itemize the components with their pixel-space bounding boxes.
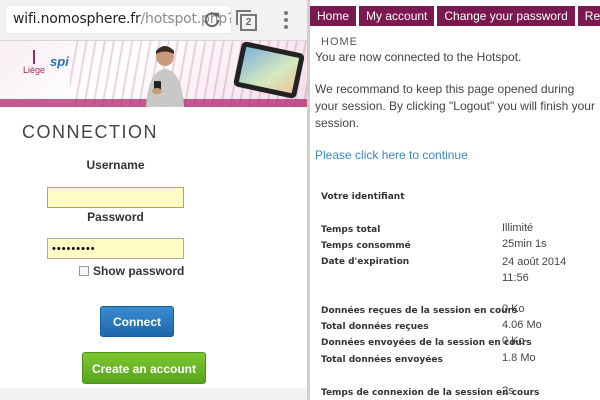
connected-message: You are now connected to the Hotspot.: [315, 50, 522, 64]
password-input[interactable]: [47, 238, 184, 259]
session-sent-value: 0 Ko: [502, 335, 525, 347]
url-host: wifi.nomosphere.fr: [13, 11, 141, 27]
used-time-value: 25min 1s: [502, 238, 547, 250]
total-time-label: Temps total: [321, 225, 381, 235]
total-sent-value: 1.8 Mo: [502, 352, 536, 364]
liege-logo-text: Liège: [22, 65, 46, 75]
browser-toolbar: wifi.nomosphere.fr/hotspot.php? 2: [0, 0, 307, 41]
spi-logo: spi: [50, 54, 69, 69]
used-time-label: Temps consommé: [321, 241, 411, 251]
login-pane: wifi.nomosphere.fr/hotspot.php? 2 Liège …: [0, 0, 307, 400]
session-time-value: 2s: [502, 385, 514, 397]
portal-nav: Home My account Change your password Re: [310, 6, 600, 26]
total-time-value: Illimité: [502, 222, 534, 234]
overflow-menu-icon[interactable]: [284, 11, 288, 32]
liege-logo: Liège: [22, 50, 46, 82]
username-label: Username: [86, 158, 145, 172]
nav-change-password[interactable]: Change your password: [437, 6, 575, 26]
nav-my-account[interactable]: My account: [359, 6, 435, 26]
footer-strip: [0, 388, 307, 400]
account-pane: Home My account Change your password Re HOM…: [310, 0, 600, 400]
expiry-value: 24 août 2014 11:56: [502, 256, 567, 284]
show-password-row[interactable]: Show password: [79, 264, 184, 278]
total-received-value: 4.06 Mo: [502, 319, 542, 331]
nav-home[interactable]: Home: [310, 6, 357, 26]
create-account-button[interactable]: Create an account: [82, 352, 206, 384]
person-with-phone-image: [146, 46, 184, 107]
total-received-label: Total données reçues: [321, 322, 429, 332]
show-password-checkbox[interactable]: [79, 265, 89, 276]
tabs-icon[interactable]: 2: [236, 10, 257, 31]
session-received-label: Données reçues de la session en cours: [321, 306, 518, 316]
show-password-label: Show password: [93, 264, 185, 278]
page-heading: HOME: [321, 36, 358, 48]
tab-count: 2: [240, 14, 257, 31]
password-label: Password: [87, 210, 144, 224]
tablet-map-screen: [238, 46, 300, 94]
expiry-label: Date d'expiration: [321, 257, 410, 267]
session-sent-label: Données envoyées de la session en cours: [321, 338, 532, 348]
nav-overflow-item[interactable]: Re: [577, 6, 600, 26]
username-input[interactable]: [47, 187, 184, 208]
connect-button[interactable]: Connect: [100, 306, 174, 337]
continue-link[interactable]: Please click here to continue: [315, 148, 468, 162]
reload-icon[interactable]: [203, 11, 221, 29]
session-received-value: 0 Ko: [502, 303, 525, 315]
address-bar[interactable]: wifi.nomosphere.fr/hotspot.php?: [6, 6, 231, 33]
total-sent-label: Total données envoyées: [321, 355, 443, 365]
recommendation-message: We recommand to keep this page opened du…: [315, 82, 595, 130]
identifier-label: Votre identifiant: [321, 192, 405, 202]
connection-title: CONNECTION: [22, 122, 158, 142]
hero-banner: Liège spi: [0, 41, 307, 107]
